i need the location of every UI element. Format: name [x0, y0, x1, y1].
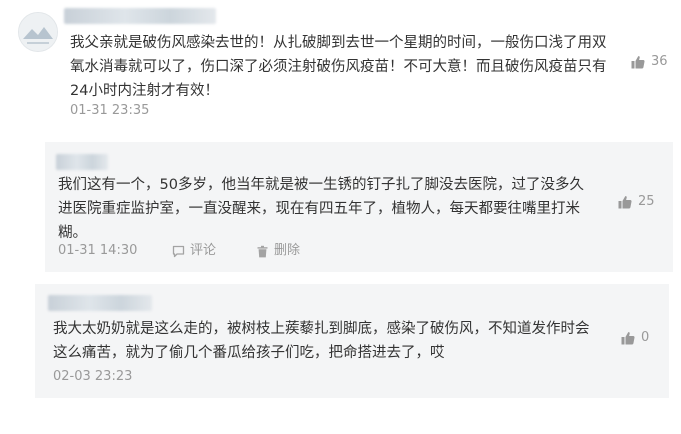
- delete-button-label: 删除: [274, 243, 301, 258]
- username-blurred[interactable]: [48, 295, 152, 311]
- avatar[interactable]: [18, 12, 58, 52]
- reply-timestamp: 01-31 14:30: [58, 243, 138, 258]
- like-button[interactable]: 0: [621, 330, 649, 346]
- like-button[interactable]: 25: [618, 194, 655, 210]
- reply-button[interactable]: 评论: [172, 243, 216, 259]
- trash-icon: [256, 245, 269, 258]
- delete-button[interactable]: 删除: [256, 243, 300, 259]
- username-blurred[interactable]: [56, 154, 108, 170]
- reply-timestamp: 02-03 23:23: [53, 369, 133, 384]
- reply-text: 我们这有一个，50多岁，他当年就是被一生锈的钉子扎了脚没去医院，过了没多久进医院…: [58, 177, 584, 241]
- thumbs-up-icon: [618, 195, 632, 209]
- comment-bubble-icon: [172, 245, 185, 258]
- avatar-image: [19, 13, 57, 51]
- username-blurred[interactable]: [64, 8, 216, 24]
- like-count: 36: [651, 54, 668, 69]
- reply-text: 我大太奶奶就是这么走的，被树枝上蒺藜扎到脚底，感染了破伤风，不知道发作时会这么痛…: [53, 321, 590, 361]
- like-count: 0: [641, 330, 650, 345]
- comment-text: 我父亲就是破伤风感染去世的！从扎破脚到去世一个星期的时间，一般伤口浅了用双氧水消…: [70, 35, 607, 99]
- like-count: 25: [638, 194, 655, 209]
- reply-button-label: 评论: [190, 243, 217, 258]
- like-button[interactable]: 36: [631, 54, 668, 70]
- thumbs-up-icon: [621, 331, 635, 345]
- comment-timestamp: 01-31 23:35: [70, 103, 150, 118]
- comment-item: 我父亲就是破伤风感染去世的！从扎破脚到去世一个星期的时间，一般伤口浅了用双氧水消…: [0, 0, 681, 124]
- thumbs-up-icon: [631, 55, 645, 69]
